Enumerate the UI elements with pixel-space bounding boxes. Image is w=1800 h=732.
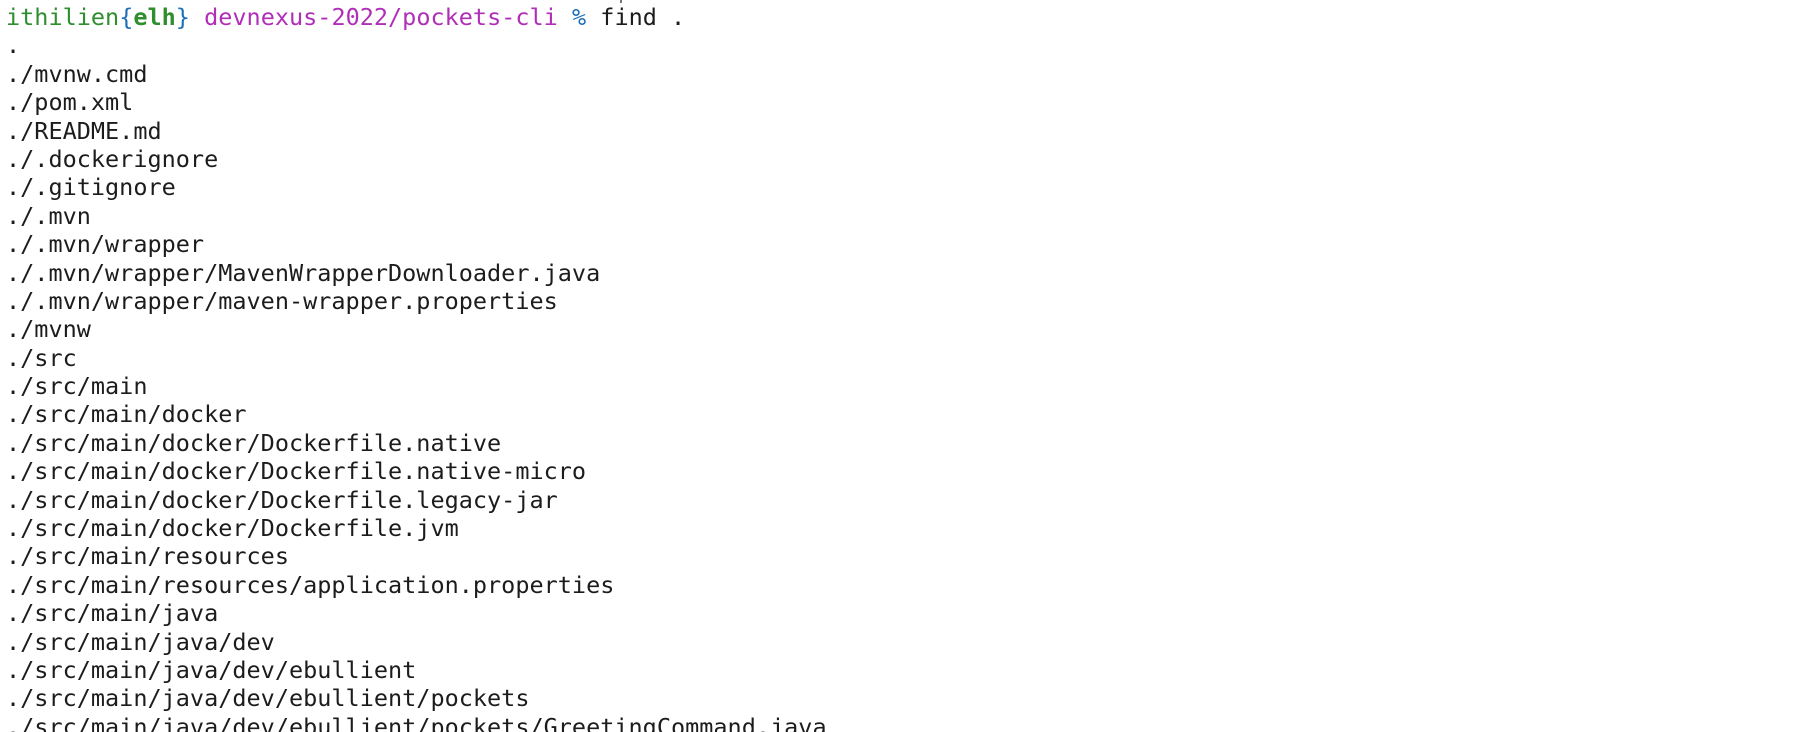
prompt-command: find . xyxy=(600,3,686,31)
output-line: ./src/main/java/dev/ebullient/pockets xyxy=(6,684,530,713)
prompt-line: ithilien{elh} devnexus-2022/pockets-cli … xyxy=(6,3,1800,31)
output-line: ./src/main/java/dev/ebullient/pockets/Gr… xyxy=(6,712,827,732)
output-line: ./src/main/java xyxy=(6,599,219,628)
output-line: ./pom.xml xyxy=(6,88,134,117)
output-line: ./src/main/resources xyxy=(6,542,289,571)
output-line: ./src/main xyxy=(6,372,148,401)
prompt-brace-close: } xyxy=(175,3,190,31)
prompt-host: ithilien xyxy=(6,3,120,31)
output-line: ./.mvn/wrapper xyxy=(6,230,205,259)
output-line: ./.mvn/wrapper/MavenWrapperDownloader.ja… xyxy=(6,258,601,287)
output-line: ./.mvn xyxy=(6,201,91,230)
terminal-window[interactable]: ithilien{elh} devnexus-2022/pockets-cli … xyxy=(0,0,1800,732)
output-line: ./src/main/docker/Dockerfile.native xyxy=(6,428,502,457)
output-line: ./README.md xyxy=(6,116,162,145)
command-output: . ./mvnw.cmd ./pom.xml ./README.md ./.do… xyxy=(6,31,1800,732)
output-line: ./mvnw.cmd xyxy=(6,59,148,88)
output-line: ./src/main/docker/Dockerfile.native-micr… xyxy=(6,457,587,486)
scroll-indicator xyxy=(620,0,622,3)
output-line: ./src/main/java/dev/ebullient xyxy=(6,655,417,684)
prompt-path: devnexus-2022/pockets-cli xyxy=(204,3,558,31)
output-line: ./.gitignore xyxy=(6,173,176,202)
output-line: ./src/main/resources/application.propert… xyxy=(6,570,615,599)
prompt-symbol: % xyxy=(571,3,587,31)
output-line: . xyxy=(6,31,21,60)
output-line: ./src/main/docker/Dockerfile.jvm xyxy=(6,514,459,543)
prompt-brace-open: { xyxy=(119,3,134,31)
output-line: ./src/main/java/dev xyxy=(6,627,275,656)
output-line: ./src xyxy=(6,343,77,372)
output-line: ./src/main/docker/Dockerfile.legacy-jar xyxy=(6,485,558,514)
prompt-user: elh xyxy=(133,3,176,31)
output-line: ./.mvn/wrapper/maven-wrapper.properties xyxy=(6,286,558,315)
output-line: ./mvnw xyxy=(6,315,91,344)
output-line: ./src/main/docker xyxy=(6,400,247,429)
output-line: ./.dockerignore xyxy=(6,144,219,173)
